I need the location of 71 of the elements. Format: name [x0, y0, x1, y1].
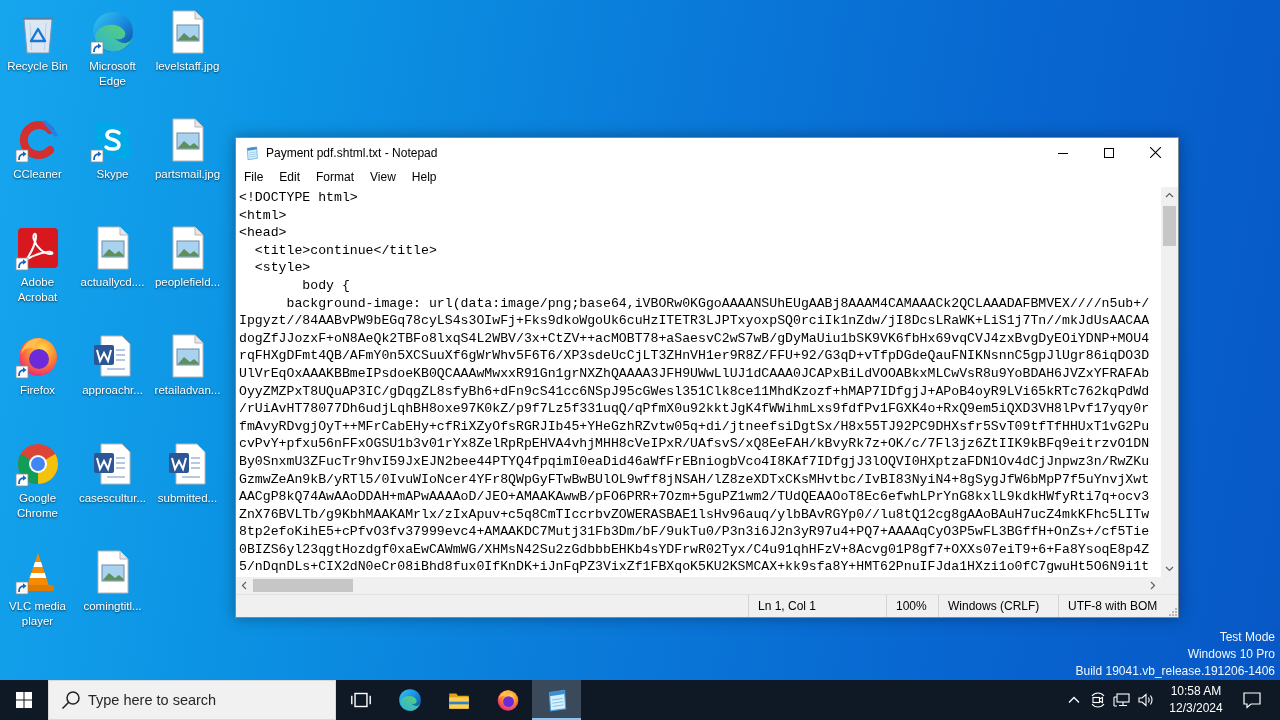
- clock-date: 12/3/2024: [1169, 700, 1223, 717]
- menu-item[interactable]: Edit: [271, 167, 309, 187]
- text-line: GzmwZeAn9kB/yRTl5/0IvuWIoNcer4YFr8QWpGyFTwBwBUlOL9wff8jNSAH/lZ8zeXDTxCKsMHvtbc/IvBI83NyiN4+8gSygJfW6bMpP7f5uYnvjXwt: [239, 470, 1150, 489]
- text-line: OyyZMZPxT8UQuAP3IC/gDqgZL8sfyBh6+dFn9cS41cc6NSpJ95cGWesl351Clk8ce11MhdKzozf+hMAP7IDfgjJ+APoB4oyR9LVi65kRTc762kqPdWd: [239, 382, 1150, 401]
- text-line: 0BIZS6yl23qgtHozdgf0xaEwCAWmWG/XHMsN42Su2zGdbbbEHKb4sYDFrwR02Tyx/C4u91qhHFzV+8Acvg01P8gf7+OXXs07eiT9+6+Fa8YsoqE8p4Z: [239, 540, 1150, 559]
- menu-item[interactable]: Help: [403, 167, 445, 187]
- text-line: cvPvY+pfxu56nFFxOGSU1b3v01rYx8ZelRpRpEHVA4vhjMHH8cVeIPxR/UAfsvS/xQ8EeFAH/kBvyRk7z+OK/c/7Fl3jz6ZtIIK9kBFq9eitrzvO1DN: [239, 435, 1150, 453]
- status-text: UTF-8 with BOM: [1058, 595, 1166, 617]
- window-title: Payment pdf.shtml.txt - Notepad: [266, 145, 439, 160]
- desktop-item[interactable]: comingtitl...: [75, 542, 150, 614]
- edge-browser-icon: [396, 687, 423, 713]
- taskbar-app-button[interactable]: [532, 680, 581, 720]
- text-line: <!DOCTYPE html>: [239, 189, 358, 207]
- desktop-item[interactable]: levelstaff.jpg: [150, 2, 225, 74]
- desktop-item[interactable]: Skype: [75, 110, 150, 182]
- text-line: 8tp2efoKihE5+cPfvO3fv37999evc4+AMAAKDC7Mutj31Fb3Dm/bF/9ukTu0/P3n3i6J2n3yR97u4+PQ7+AAAAqCyO3P5wFL3BGffH+OnZs+/cf5Tie: [239, 523, 1150, 541]
- desktop-item[interactable]: Google Chrome: [0, 434, 75, 521]
- desktop-item[interactable]: CCleaner: [0, 110, 75, 182]
- status-text: Windows (CRLF): [938, 595, 1058, 617]
- text-line: body {: [301, 276, 350, 295]
- desktop-version-text: Test Mode: [1219, 629, 1275, 646]
- menu-item[interactable]: File: [236, 167, 272, 187]
- text-line: 5/nDqnDLs+CIX2dN0eCr08iBhd8fux0IfKnDK+iJnFqPZ3VixZf1FBXqoK5KU2KSMCAX+kk9sfa8Y+HMT62PnuIFJda1HXzi1o0fC7gwuHt5O6N9i1t: [239, 558, 1150, 577]
- speech-bubble-icon: [1242, 690, 1262, 710]
- desktop-item[interactable]: approachr...: [75, 326, 150, 398]
- text-line: rqFHXgDFmt4QB/AFmY0n5XCSuuXf6gWrWhv5F6T6/XP3sdeUcCjLT3ZHnVH1er9R8Z/FFU+92/G3qD+vTfpDGdeQauFNIKNsnnC5gpJlUgr86iqDO3D: [239, 347, 1150, 365]
- text-line: dogZfJJozxF+oN8AeQk2TBFo8lxqS4L2WBV/3x+CtZV++acMOBT78+aSaesvC2wS7wB/gDyMaUiu1bSK9VK6fbHx69vqCVJ4zxBvgDyEOiYDNP+MOU4: [239, 329, 1150, 348]
- desktop-version-text: Windows 10 Pro: [1187, 646, 1275, 663]
- menu-item[interactable]: View: [362, 167, 404, 187]
- network-icon: [1113, 691, 1131, 709]
- desktop-item[interactable]: Adobe Acrobat: [0, 218, 75, 305]
- text-line: <style>: [253, 259, 311, 277]
- text-line: Ipgyzt//84AABvPW9bEGq78cyLS4s3OIwFj+Fks9dkoWgoUk6cuHzITETR3LJPTxyoxpSQ0rciIk1nZdw/jI8DcsLRaWK+LiS1j7Tn//mkJdUsAACAA: [239, 312, 1150, 330]
- notepad-icon: [244, 144, 260, 161]
- search-icon: [61, 690, 81, 710]
- desktop-item[interactable]: Recycle Bin: [0, 2, 75, 74]
- desktop-item[interactable]: peoplefield...: [150, 218, 225, 290]
- desktop-item[interactable]: Microsoft Edge: [75, 2, 150, 89]
- desktop-item[interactable]: VLC media player: [0, 542, 75, 629]
- status-text: 100%: [886, 595, 938, 617]
- desktop-item[interactable]: submitted...: [150, 434, 225, 506]
- text-line: UlVrEqOxAAAKBBmeIPsdoeKB0QCAAAwMwxxR91Gn1grNXZhQAAAA3JFH9UWwLlUJ1dCAAA0JCAPxBiLdVOOABkxMLCwVsR8u9YoBDAH6JVZxYFRAFAb: [239, 364, 1150, 383]
- desktop-version-text: Build 19041.vb_release.191206-1406: [1075, 663, 1275, 680]
- text-line: /rUiAvHT78077Dh6udjLqhBH8oxe97K0kZ/p9f7Lz5f331uqQ/qPfmX0u92kktJgK4fWWihmLxs9fdfPv1FGXK4o+RxQ9em5iQXD3VH8lPvf17yqy0r: [239, 400, 1150, 418]
- scrollbar-thumb[interactable]: [253, 579, 353, 592]
- status-text: Ln 1, Col 1: [748, 595, 886, 617]
- vertical-scrollbar[interactable]: [1161, 187, 1178, 577]
- text-line: fmAvyRDvgjOyT++MFrCabEHy+cfRiXZyOfsRGRJIb45+YHeGzhRZvtw05q+di/jtneefsiDgtSx/H8x55TJ92PC9DHXsfr5SvT09tfTfHHUxT1vG2Pu: [239, 417, 1150, 436]
- desktop-item[interactable]: retailadvan...: [150, 326, 225, 398]
- maximize-icon: [1104, 147, 1114, 158]
- menu-item[interactable]: Format: [308, 167, 363, 187]
- desktop-item[interactable]: casescultur...: [75, 434, 150, 506]
- desktop-item[interactable]: Firefox: [0, 326, 75, 398]
- text-line: AACgP8kQ74AwAAoDDAH+mAPwAAAAoD/JEO+AMAAKAwwB/pFO6PRR+7Ozm+5guPZ1wm2/TUdQEAAOoT8Ec6efwhLPrYnG8kxlL9kdkHWfyRti7q+ocv3: [239, 488, 1150, 506]
- desktop-item[interactable]: partsmail.jpg: [150, 110, 225, 182]
- scrollbar-thumb[interactable]: [1163, 206, 1176, 246]
- clock-time: 10:58 AM: [1170, 683, 1222, 700]
- speaker-icon: [1137, 691, 1155, 709]
- search-field[interactable]: Type here to search: [48, 680, 336, 720]
- text-line: ZnX76BVLTb/g9KbhMAAKAMrlx/zIxApuv+c5q8CmTIccrbvZOWERASBAE1lsHv96auq/ylbBAvRGYp0//lu8tQ12cg8gAAoBAuH7ucZ4mkKFhc5LITw: [239, 505, 1150, 524]
- desktop-item[interactable]: actuallycd....: [75, 218, 150, 290]
- close-icon: [1149, 147, 1161, 158]
- horizontal-scrollbar[interactable]: [236, 577, 1161, 594]
- text-line: <html>: [239, 206, 287, 225]
- text-line: <title>continue</title>: [253, 241, 437, 260]
- text-line: <head>: [239, 224, 287, 242]
- text-line: background-image: url(data:image/png;base64,iVBORw0KGgoAAAANSUhEUgAABj8AAAM4CAMAAACk2QCLAAADAFBMVEX////n5ub+/: [285, 294, 1150, 313]
- resize-grip-icon[interactable]: [1166, 605, 1178, 617]
- windows-logo-icon: [16, 692, 32, 708]
- text-line: By0SnxmU3ZFucTr9hvI59JxEJN2bee44PTYQ4fpqimI0eaDid46aWfFrEBniogbVco4I8KAf7IDfgjJ3lOQVI0HXptzaFDN1Ov4dCjJnpwz3n/RwZKu: [239, 452, 1150, 471]
- video-camera-icon: [1089, 691, 1107, 709]
